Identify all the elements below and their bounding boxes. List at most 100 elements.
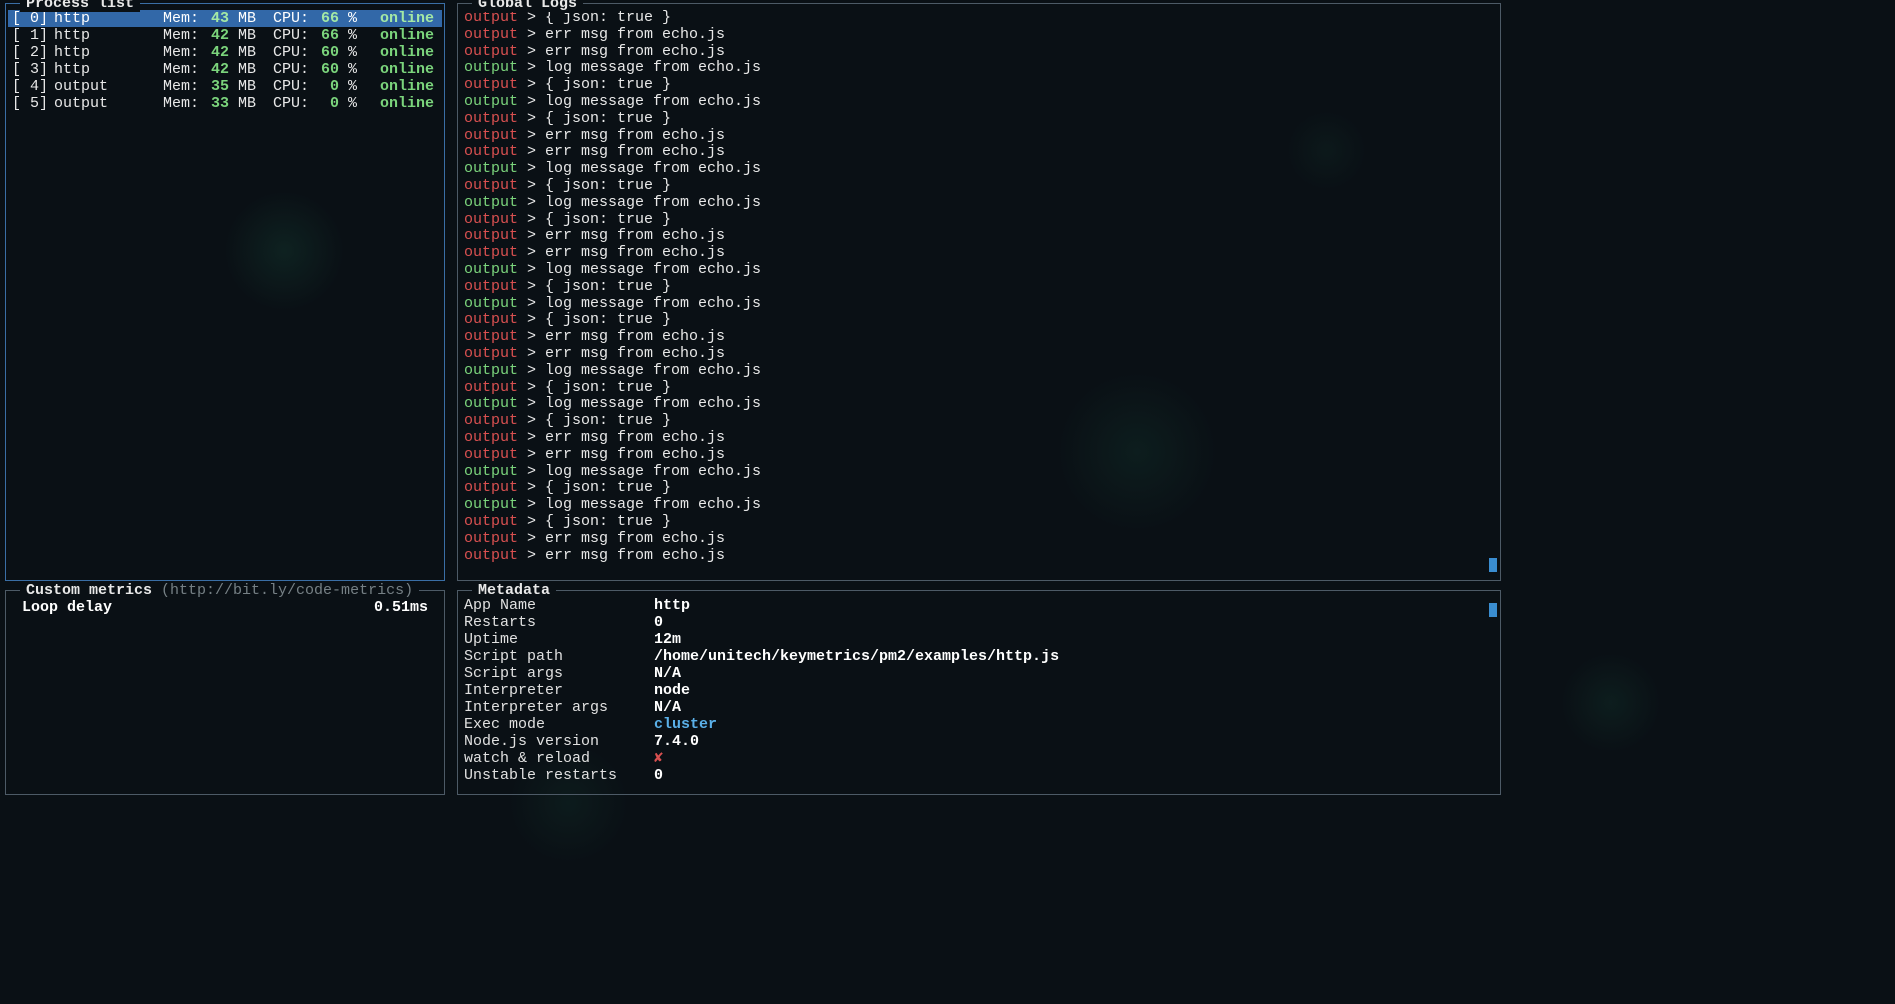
process-cpu-value: 0	[309, 78, 339, 95]
log-line: output > err msg from echo.js	[460, 447, 1498, 464]
log-line: output > err msg from echo.js	[460, 44, 1498, 61]
log-line: output > { json: true }	[460, 212, 1498, 229]
metadata-panel[interactable]: Metadata App NamehttpRestarts0Uptime12mS…	[457, 590, 1501, 795]
metadata-label: Script path	[464, 648, 654, 665]
log-source: output	[464, 513, 518, 530]
log-line: output > err msg from echo.js	[460, 430, 1498, 447]
log-line: output > err msg from echo.js	[460, 128, 1498, 145]
metadata-label: Script args	[464, 665, 654, 682]
process-list-title: Process list	[20, 0, 140, 12]
log-line: output > log message from echo.js	[460, 464, 1498, 481]
process-status: online	[357, 27, 438, 44]
log-source: output	[464, 479, 518, 496]
process-mem-unit: MB	[229, 61, 254, 78]
process-row[interactable]: [ 1]httpMem:42 MBCPU:66 %online	[8, 27, 442, 44]
logs-scrollbar-thumb[interactable]	[1489, 558, 1497, 572]
log-message: > { json: true }	[518, 379, 671, 396]
log-source: output	[464, 345, 518, 362]
metric-label: Loop delay	[22, 599, 374, 616]
metadata-row: Interpreternode	[460, 682, 1498, 699]
process-list-body: [ 0]httpMem:43 MBCPU:66 %online[ 1]httpM…	[6, 4, 444, 118]
metadata-label: Uptime	[464, 631, 654, 648]
log-line: output > { json: true }	[460, 380, 1498, 397]
log-source: output	[464, 211, 518, 228]
metadata-label: Node.js version	[464, 733, 654, 750]
metadata-row: Exec modecluster	[460, 716, 1498, 733]
global-logs-panel[interactable]: Global Logs output > { json: true }outpu…	[457, 3, 1501, 581]
process-index: [ 3]	[12, 61, 54, 78]
metadata-row: watch & reload✘	[460, 750, 1498, 767]
process-row[interactable]: [ 5]outputMem:33 MBCPU:0 %online	[8, 95, 442, 112]
custom-metrics-panel[interactable]: Custom metrics (http://bit.ly/code-metri…	[5, 590, 445, 795]
process-cpu-unit: %	[339, 27, 357, 44]
log-message: > err msg from echo.js	[518, 143, 725, 160]
process-mem-unit: MB	[229, 78, 254, 95]
log-line: output > { json: true }	[460, 413, 1498, 430]
process-row[interactable]: [ 2]httpMem:42 MBCPU:60 %online	[8, 44, 442, 61]
log-line: output > err msg from echo.js	[460, 228, 1498, 245]
process-index: [ 2]	[12, 44, 54, 61]
global-logs-title: Global Logs	[472, 0, 583, 12]
metadata-scrollbar-thumb[interactable]	[1489, 603, 1497, 617]
metric-row: Loop delay0.51ms	[8, 597, 442, 618]
log-line: output > log message from echo.js	[460, 363, 1498, 380]
metadata-label: Unstable restarts	[464, 767, 654, 784]
process-name: http	[54, 44, 154, 61]
process-status: online	[357, 78, 438, 95]
log-message: > log message from echo.js	[518, 93, 761, 110]
metadata-row: Node.js version7.4.0	[460, 733, 1498, 750]
log-message: > err msg from echo.js	[518, 244, 725, 261]
process-index: [ 1]	[12, 27, 54, 44]
metadata-row: Interpreter argsN/A	[460, 699, 1498, 716]
log-source: output	[464, 328, 518, 345]
metadata-label: Restarts	[464, 614, 654, 631]
process-row[interactable]: [ 3]httpMem:42 MBCPU:60 %online	[8, 61, 442, 78]
log-message: > { json: true }	[518, 211, 671, 228]
process-cpu-unit: %	[339, 78, 357, 95]
metadata-label: Interpreter args	[464, 699, 654, 716]
custom-metrics-title: Custom metrics (http://bit.ly/code-metri…	[20, 582, 419, 599]
log-source: output	[464, 463, 518, 480]
process-cpu-label: CPU:	[254, 78, 309, 95]
process-cpu-label: CPU:	[254, 44, 309, 61]
log-message: > { json: true }	[518, 177, 671, 194]
log-source: output	[464, 76, 518, 93]
process-name: output	[54, 95, 154, 112]
log-source: output	[464, 194, 518, 211]
process-mem-value: 42	[199, 61, 229, 78]
process-name: http	[54, 27, 154, 44]
log-source: output	[464, 110, 518, 127]
log-line: output > { json: true }	[460, 312, 1498, 329]
log-message: > log message from echo.js	[518, 59, 761, 76]
custom-metrics-title-text: Custom metrics	[26, 582, 152, 599]
process-index: [ 0]	[12, 10, 54, 27]
process-row[interactable]: [ 0]httpMem:43 MBCPU:66 %online	[8, 10, 442, 27]
process-list-panel[interactable]: Process list [ 0]httpMem:43 MBCPU:66 %on…	[5, 3, 445, 581]
log-message: > log message from echo.js	[518, 463, 761, 480]
log-source: output	[464, 547, 518, 564]
metadata-value: ✘	[654, 750, 663, 767]
log-source: output	[464, 278, 518, 295]
process-cpu-label: CPU:	[254, 95, 309, 112]
metadata-row: Uptime12m	[460, 631, 1498, 648]
metadata-value: N/A	[654, 699, 681, 716]
log-message: > { json: true }	[518, 278, 671, 295]
log-line: output > { json: true }	[460, 514, 1498, 531]
log-line: output > { json: true }	[460, 279, 1498, 296]
process-mem-label: Mem:	[154, 78, 199, 95]
metadata-row: Restarts0	[460, 614, 1498, 631]
log-line: output > err msg from echo.js	[460, 329, 1498, 346]
metadata-label: Exec mode	[464, 716, 654, 733]
log-message: > log message from echo.js	[518, 362, 761, 379]
process-row[interactable]: [ 4]outputMem:35 MBCPU:0 %online	[8, 78, 442, 95]
log-line: output > err msg from echo.js	[460, 548, 1498, 565]
log-source: output	[464, 59, 518, 76]
process-status: online	[357, 95, 438, 112]
metadata-value: 12m	[654, 631, 681, 648]
log-line: output > log message from echo.js	[460, 94, 1498, 111]
log-message: > err msg from echo.js	[518, 429, 725, 446]
metadata-value: http	[654, 597, 690, 614]
metadata-label: watch & reload	[464, 750, 654, 767]
log-line: output > log message from echo.js	[460, 161, 1498, 178]
process-index: [ 4]	[12, 78, 54, 95]
